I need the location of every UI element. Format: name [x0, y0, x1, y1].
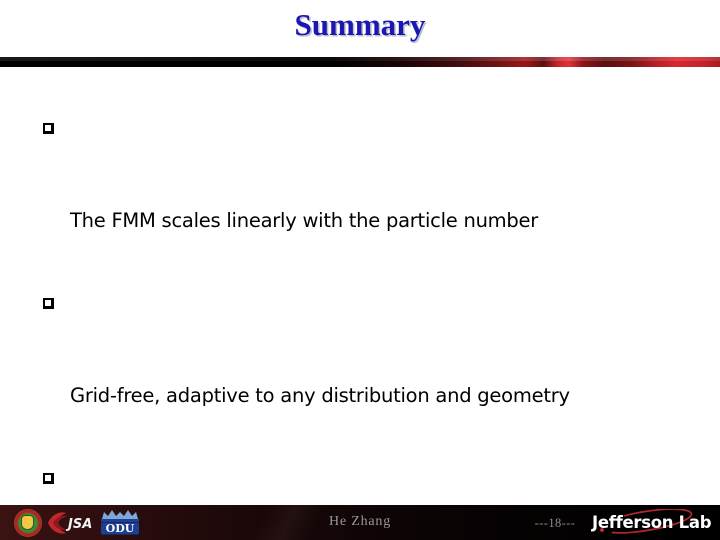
hollow-square-bullet-icon [43, 123, 54, 134]
jefferson-lab-wordmark: Jefferson Lab [592, 513, 712, 532]
jefferson-lab-logo: Jefferson Lab [584, 508, 712, 537]
list-item: The FMM scales linearly with the particl… [40, 118, 690, 293]
list-item: Grid-free, adaptive to any distribution … [40, 293, 690, 468]
slide-header: Summary [0, 0, 720, 68]
list-item-text: The FMM scales linearly with the particl… [70, 208, 539, 232]
hollow-square-bullet-icon [43, 298, 54, 310]
list-item-text: Grid-free, adaptive to any distribution … [70, 383, 570, 407]
hollow-square-bullet-icon [43, 473, 54, 485]
page-title: Summary [294, 7, 426, 42]
bullet-list: The FMM scales linearly with the particl… [40, 118, 690, 540]
header-divider-bar [0, 57, 720, 67]
slide-footer: JSA ODU He Zhang ---18--- Jefferson Lab [0, 505, 720, 540]
slide-root: Summary The FMM scales linearly with the… [0, 0, 720, 540]
